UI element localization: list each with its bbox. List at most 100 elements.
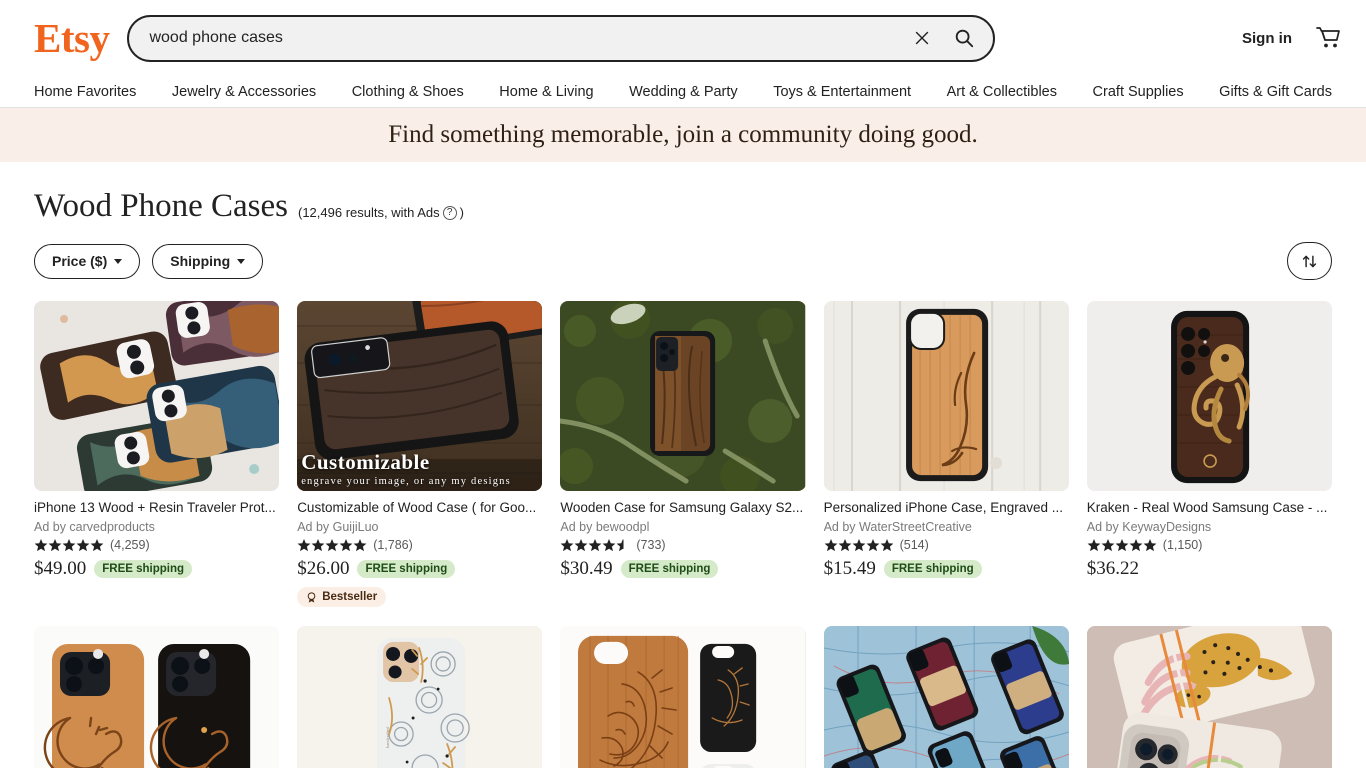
listing-title[interactable]: Personalized iPhone Case, Engraved ... [824, 500, 1069, 517]
search-submit-button[interactable] [943, 17, 985, 59]
nav-item-0[interactable]: Home Favorites [34, 84, 136, 100]
mermaid-moon-cases-image [34, 625, 280, 768]
listing-price-row: $26.00 FREE shipping [297, 558, 542, 580]
clear-search-button[interactable] [901, 17, 943, 59]
listing-image[interactable] [560, 301, 806, 492]
kraken-wood-case-image [1086, 301, 1332, 492]
award-icon [307, 591, 316, 603]
results-grid: iPhone 13 Wood + Resin Traveler Prot... … [0, 280, 1366, 768]
listing-card[interactable]: Kraken - Real Wood Samsung Case - ... Ad… [1086, 301, 1332, 607]
page-title: Wood Phone Cases [34, 188, 288, 224]
listing-review-count: (514) [899, 538, 929, 553]
star-rating-icon [560, 539, 630, 552]
stars-4-5 [560, 538, 630, 552]
star-rating-icon [1087, 539, 1157, 552]
listing-card[interactable]: iPhone 13 Wood + Resin Traveler Prot... … [34, 301, 280, 607]
listing-shop: Ad by KeywayDesigns [1086, 520, 1212, 535]
nav-item-4[interactable]: Wedding & Party [629, 84, 738, 100]
free-shipping-badge: FREE shipping [883, 560, 982, 579]
listing-image[interactable] [560, 625, 806, 768]
listing-image[interactable] [823, 625, 1069, 768]
listing-rating: (1,786) [297, 538, 542, 552]
listing-image[interactable] [34, 301, 280, 492]
lion-engraved-cases-image [560, 625, 806, 768]
listing-review-count: (1,786) [373, 538, 413, 553]
listing-title[interactable]: Customizable of Wood Case ( for Goo... [297, 500, 542, 517]
shipping-filter-button[interactable]: Shipping [152, 243, 264, 279]
listing-price: $49.00 [34, 558, 87, 580]
nav-item-2[interactable]: Clothing & Shoes [352, 84, 464, 100]
listing-card[interactable]: Customizable engrave your image, or any … [297, 301, 543, 608]
listing-title[interactable]: iPhone 13 Wood + Resin Traveler Prot... [34, 500, 279, 517]
bestseller-badge: Bestseller [297, 587, 387, 608]
page-title-row: Wood Phone Cases (12,496 results, with A… [0, 162, 1366, 224]
listing-card[interactable] [34, 625, 280, 768]
listing-image[interactable] [1086, 301, 1332, 492]
stars-5 [297, 538, 367, 552]
listing-review-count: (1,150) [1162, 538, 1203, 553]
listing-price: $36.22 [1086, 558, 1140, 580]
engraved-lauren-case-image [823, 301, 1069, 492]
listing-image[interactable] [34, 625, 280, 768]
help-icon[interactable]: ? [442, 205, 457, 220]
close-icon [916, 31, 929, 45]
sort-button[interactable] [1287, 242, 1332, 281]
listing-review-count: (4,259) [110, 538, 150, 553]
chevron-down-icon [237, 258, 246, 264]
stars-5 [824, 538, 894, 552]
listing-card[interactable] [1086, 625, 1332, 768]
listing-price-row: $15.49 FREE shipping [824, 558, 1069, 580]
listing-rating: (4,259) [34, 538, 279, 552]
listing-shop: Ad by bewoodpl [560, 520, 650, 535]
nav-item-6[interactable]: Art & Collectibles [947, 84, 1057, 100]
free-shipping-badge: FREE shipping [357, 560, 456, 579]
nav-item-8[interactable]: Gifts & Gift Cards [1219, 84, 1332, 100]
cart-icon [1316, 27, 1340, 48]
resin-cases-on-map-image [823, 625, 1069, 768]
star-rating-icon [297, 539, 367, 552]
listing-price-row: $36.22 [1087, 558, 1332, 580]
moss-samsung-case-image [560, 301, 806, 492]
filter-row: Price ($) Shipping [0, 224, 1366, 281]
listing-price: $15.49 [823, 558, 876, 580]
nav-item-7[interactable]: Craft Supplies [1093, 84, 1184, 100]
search-icon [956, 29, 974, 48]
listing-image[interactable]: Customizable engrave your image, or any … [297, 301, 543, 492]
cart-button[interactable] [1314, 25, 1342, 51]
listing-title[interactable]: Kraken - Real Wood Samsung Case - ... [1087, 500, 1332, 517]
floral-pattern-case-image: handcrafted [297, 625, 543, 768]
nav-item-1[interactable]: Jewelry & Accessories [172, 84, 316, 100]
nav-item-3[interactable]: Home & Living [499, 84, 593, 100]
wood-resin-cases-image [34, 301, 280, 492]
listing-price-row: $49.00 FREE shipping [34, 558, 279, 580]
listing-card[interactable]: handcrafted [297, 625, 543, 768]
listing-shop: Ad by GuijiLuo [297, 520, 379, 535]
sign-in-button[interactable]: Sign in [1242, 30, 1314, 47]
search-input[interactable] [149, 16, 902, 60]
listing-image[interactable] [1086, 625, 1332, 768]
listing-shop: Ad by WaterStreetCreative [823, 520, 972, 535]
listing-card[interactable] [823, 625, 1069, 768]
listing-rating: (1,150) [1087, 538, 1332, 552]
listing-price: $30.49 [560, 558, 613, 580]
listing-card[interactable] [560, 625, 806, 768]
listing-price: $26.00 [297, 558, 350, 580]
free-shipping-badge: FREE shipping [620, 560, 719, 579]
listing-card[interactable]: Wooden Case for Samsung Galaxy S2... Ad … [560, 301, 806, 607]
nav-item-5[interactable]: Toys & Entertainment [773, 84, 911, 100]
listing-image[interactable] [823, 301, 1069, 492]
listing-shop: Ad by carvedproducts [34, 520, 155, 535]
star-rating-icon [824, 539, 893, 552]
listing-title[interactable]: Wooden Case for Samsung Galaxy S2... [560, 500, 805, 517]
search-bar[interactable] [127, 14, 996, 62]
etsy-logo[interactable]: Etsy [34, 17, 110, 59]
free-shipping-badge: FREE shipping [94, 560, 193, 579]
results-count-text: (12,496 results, with Ads [298, 205, 440, 221]
category-nav: Home Favorites Jewelry & Accessories Clo… [0, 76, 1366, 108]
stars-5 [34, 538, 104, 552]
listing-image[interactable]: handcrafted [297, 625, 543, 768]
walnut-pixel-case-image [297, 301, 543, 492]
price-filter-button[interactable]: Price ($) [34, 243, 141, 279]
promo-banner: Find something memorable, join a communi… [0, 108, 1366, 162]
listing-card[interactable]: Personalized iPhone Case, Engraved ... A… [823, 301, 1069, 607]
